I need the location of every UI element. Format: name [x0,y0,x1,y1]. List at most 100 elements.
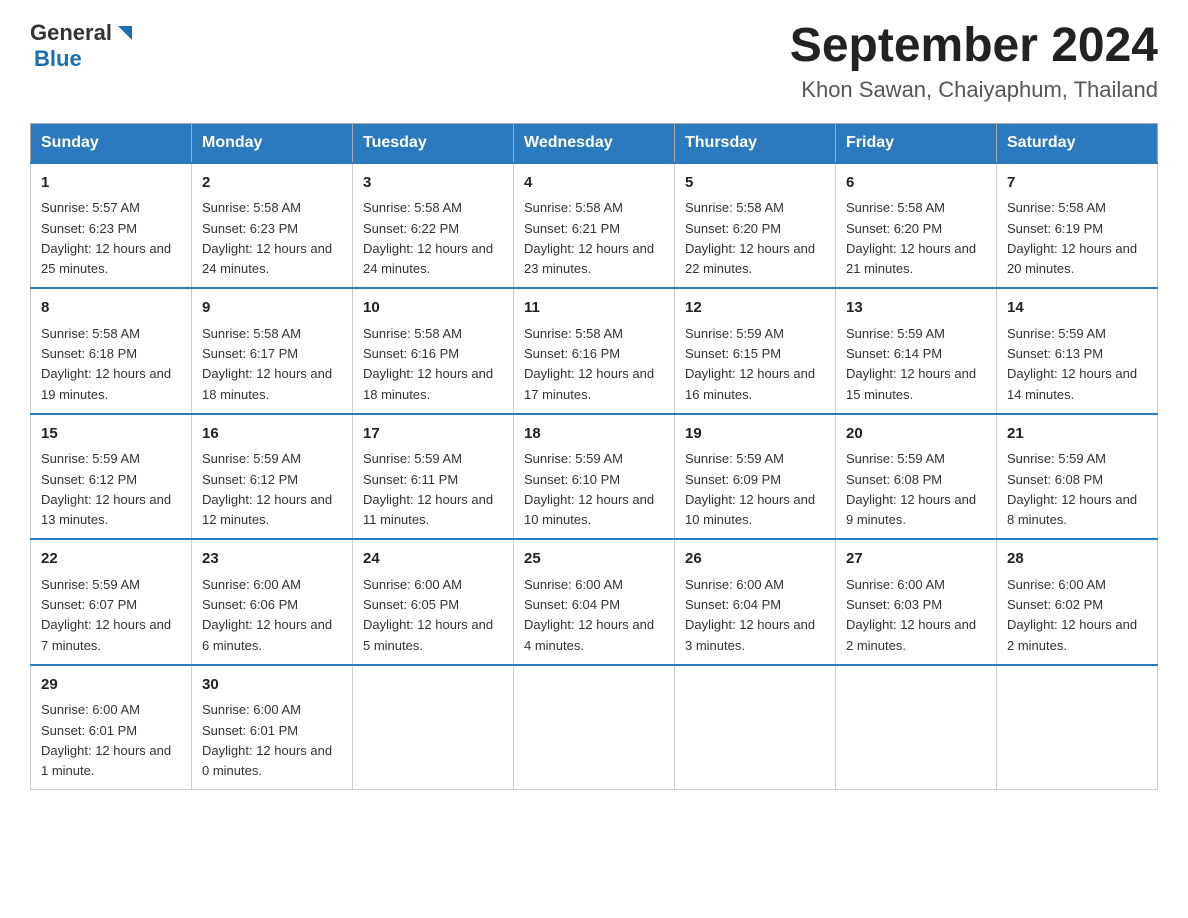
day-info: Sunrise: 6:00 AMSunset: 6:03 PMDaylight:… [846,577,976,653]
calendar-cell: 23 Sunrise: 6:00 AMSunset: 6:06 PMDayligh… [192,539,353,665]
calendar-cell: 3 Sunrise: 5:58 AMSunset: 6:22 PMDaylight… [353,163,514,289]
day-info: Sunrise: 6:00 AMSunset: 6:06 PMDaylight:… [202,577,332,653]
day-number: 15 [41,423,181,446]
day-info: Sunrise: 5:58 AMSunset: 6:18 PMDaylight:… [41,326,171,402]
day-number: 6 [846,172,986,195]
weekday-header-monday: Monday [192,123,353,163]
weekday-header-saturday: Saturday [997,123,1158,163]
day-number: 29 [41,674,181,697]
day-number: 25 [524,548,664,571]
calendar-cell [514,665,675,790]
week-row-4: 22 Sunrise: 5:59 AMSunset: 6:07 PMDayligh… [31,539,1158,665]
week-row-1: 1Sunrise: 5:57 AMSunset: 6:23 PMDaylight… [31,163,1158,289]
day-number: 28 [1007,548,1147,571]
day-number: 5 [685,172,825,195]
day-number: 11 [524,297,664,320]
day-number: 30 [202,674,342,697]
day-number: 4 [524,172,664,195]
day-number: 18 [524,423,664,446]
calendar-cell [675,665,836,790]
calendar-cell: 7Sunrise: 5:58 AMSunset: 6:19 PMDaylight… [997,163,1158,289]
calendar-cell: 25 Sunrise: 6:00 AMSunset: 6:04 PMDayligh… [514,539,675,665]
calendar-cell: 28 Sunrise: 6:00 AMSunset: 6:02 PMDayligh… [997,539,1158,665]
week-row-2: 8 Sunrise: 5:58 AMSunset: 6:18 PMDaylight… [31,288,1158,414]
calendar-cell: 15 Sunrise: 5:59 AMSunset: 6:12 PMDayligh… [31,414,192,540]
day-number: 19 [685,423,825,446]
day-info: Sunrise: 5:59 AMSunset: 6:14 PMDaylight:… [846,326,976,402]
day-number: 12 [685,297,825,320]
day-number: 14 [1007,297,1147,320]
day-info: Sunrise: 5:59 AMSunset: 6:08 PMDaylight:… [1007,451,1137,527]
calendar-subtitle: Khon Sawan, Chaiyaphum, Thailand [790,77,1158,103]
day-info: Sunrise: 5:58 AMSunset: 6:16 PMDaylight:… [363,326,493,402]
week-row-3: 15 Sunrise: 5:59 AMSunset: 6:12 PMDayligh… [31,414,1158,540]
day-info: Sunrise: 5:58 AMSunset: 6:23 PMDaylight:… [202,200,332,276]
day-info: Sunrise: 5:59 AMSunset: 6:15 PMDaylight:… [685,326,815,402]
calendar-cell: 21 Sunrise: 5:59 AMSunset: 6:08 PMDayligh… [997,414,1158,540]
logo: General Blue [30,20,136,72]
weekday-header-friday: Friday [836,123,997,163]
day-number: 2 [202,172,342,195]
day-number: 22 [41,548,181,571]
day-info: Sunrise: 5:59 AMSunset: 6:10 PMDaylight:… [524,451,654,527]
day-number: 13 [846,297,986,320]
logo-blue-text: Blue [34,46,82,72]
day-info: Sunrise: 5:58 AMSunset: 6:20 PMDaylight:… [846,200,976,276]
calendar-cell: 9Sunrise: 5:58 AMSunset: 6:17 PMDaylight… [192,288,353,414]
calendar-cell [997,665,1158,790]
day-number: 23 [202,548,342,571]
day-info: Sunrise: 5:58 AMSunset: 6:16 PMDaylight:… [524,326,654,402]
weekday-header-sunday: Sunday [31,123,192,163]
day-number: 27 [846,548,986,571]
calendar-cell: 13 Sunrise: 5:59 AMSunset: 6:14 PMDayligh… [836,288,997,414]
day-info: Sunrise: 6:00 AMSunset: 6:01 PMDaylight:… [41,702,171,778]
calendar-cell: 10Sunrise: 5:58 AMSunset: 6:16 PMDayligh… [353,288,514,414]
day-number: 8 [41,297,181,320]
calendar-cell: 16Sunrise: 5:59 AMSunset: 6:12 PMDayligh… [192,414,353,540]
day-number: 21 [1007,423,1147,446]
calendar-cell: 14 Sunrise: 5:59 AMSunset: 6:13 PMDayligh… [997,288,1158,414]
page-header: General Blue September 2024 Khon Sawan, … [30,20,1158,103]
calendar-table: SundayMondayTuesdayWednesdayThursdayFrid… [30,123,1158,791]
day-number: 3 [363,172,503,195]
calendar-cell: 27 Sunrise: 6:00 AMSunset: 6:03 PMDayligh… [836,539,997,665]
calendar-cell: 22 Sunrise: 5:59 AMSunset: 6:07 PMDayligh… [31,539,192,665]
day-number: 24 [363,548,503,571]
day-info: Sunrise: 5:59 AMSunset: 6:07 PMDaylight:… [41,577,171,653]
calendar-cell: 24Sunrise: 6:00 AMSunset: 6:05 PMDayligh… [353,539,514,665]
calendar-cell: 29 Sunrise: 6:00 AMSunset: 6:01 PMDayligh… [31,665,192,790]
day-info: Sunrise: 5:58 AMSunset: 6:21 PMDaylight:… [524,200,654,276]
calendar-cell [353,665,514,790]
day-info: Sunrise: 5:58 AMSunset: 6:19 PMDaylight:… [1007,200,1137,276]
day-info: Sunrise: 5:59 AMSunset: 6:12 PMDaylight:… [41,451,171,527]
calendar-cell: 8 Sunrise: 5:58 AMSunset: 6:18 PMDaylight… [31,288,192,414]
calendar-cell: 30Sunrise: 6:00 AMSunset: 6:01 PMDayligh… [192,665,353,790]
calendar-cell: 20Sunrise: 5:59 AMSunset: 6:08 PMDayligh… [836,414,997,540]
day-number: 9 [202,297,342,320]
calendar-cell: 1Sunrise: 5:57 AMSunset: 6:23 PMDaylight… [31,163,192,289]
logo-general-text: General [30,20,112,46]
calendar-cell: 26 Sunrise: 6:00 AMSunset: 6:04 PMDayligh… [675,539,836,665]
calendar-cell: 5 Sunrise: 5:58 AMSunset: 6:20 PMDaylight… [675,163,836,289]
day-info: Sunrise: 6:00 AMSunset: 6:02 PMDaylight:… [1007,577,1137,653]
day-info: Sunrise: 5:58 AMSunset: 6:20 PMDaylight:… [685,200,815,276]
calendar-cell [836,665,997,790]
weekday-header-wednesday: Wednesday [514,123,675,163]
weekday-header-thursday: Thursday [675,123,836,163]
day-info: Sunrise: 5:58 AMSunset: 6:22 PMDaylight:… [363,200,493,276]
calendar-title: September 2024 [790,20,1158,73]
day-info: Sunrise: 5:59 AMSunset: 6:09 PMDaylight:… [685,451,815,527]
logo-triangle-icon [114,22,136,44]
day-info: Sunrise: 5:57 AMSunset: 6:23 PMDaylight:… [41,200,171,276]
weekday-header-row: SundayMondayTuesdayWednesdayThursdayFrid… [31,123,1158,163]
day-number: 17 [363,423,503,446]
day-info: Sunrise: 5:59 AMSunset: 6:13 PMDaylight:… [1007,326,1137,402]
day-info: Sunrise: 6:00 AMSunset: 6:04 PMDaylight:… [524,577,654,653]
day-info: Sunrise: 5:59 AMSunset: 6:08 PMDaylight:… [846,451,976,527]
calendar-cell: 11 Sunrise: 5:58 AMSunset: 6:16 PMDayligh… [514,288,675,414]
weekday-header-tuesday: Tuesday [353,123,514,163]
day-info: Sunrise: 6:00 AMSunset: 6:04 PMDaylight:… [685,577,815,653]
calendar-cell: 6 Sunrise: 5:58 AMSunset: 6:20 PMDaylight… [836,163,997,289]
calendar-cell: 4 Sunrise: 5:58 AMSunset: 6:21 PMDaylight… [514,163,675,289]
day-number: 26 [685,548,825,571]
